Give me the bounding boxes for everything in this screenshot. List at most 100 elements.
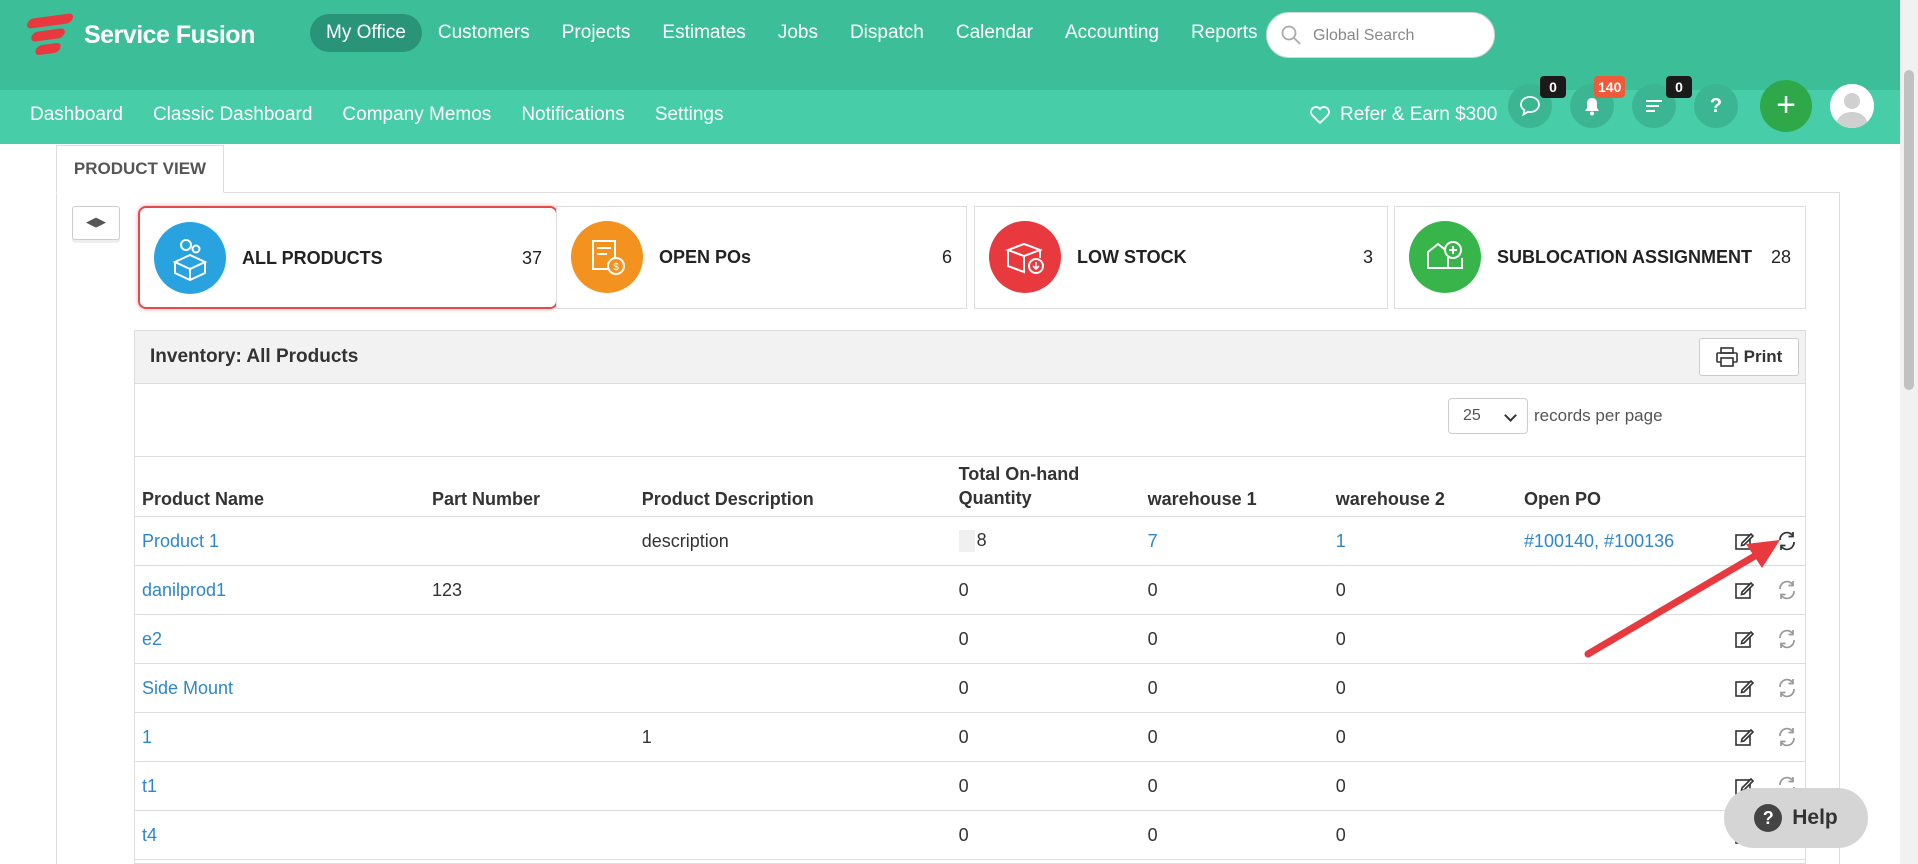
subnav-notifications[interactable]: Notifications xyxy=(521,104,625,126)
nav-accounting[interactable]: Accounting xyxy=(1049,14,1175,52)
card-all-products-label: ALL PRODUCTS xyxy=(242,248,383,268)
vertical-scrollbar[interactable] xyxy=(1900,0,1918,864)
row-actions xyxy=(1708,712,1806,762)
description-cell: 1 xyxy=(633,712,951,762)
col-product-description[interactable]: Product Description xyxy=(633,456,951,517)
card-low-stock-label: LOW STOCK xyxy=(1077,247,1187,267)
sub-navbar: Dashboard Classic Dashboard Company Memo… xyxy=(0,90,1900,144)
print-button[interactable]: Print xyxy=(1699,338,1799,376)
subnav-settings[interactable]: Settings xyxy=(655,104,724,126)
service-fusion-logo[interactable]: Service Fusion xyxy=(25,12,255,56)
sublocation-icon xyxy=(1409,221,1481,293)
col-warehouse-1[interactable]: warehouse 1 xyxy=(1139,456,1328,517)
sync-icon[interactable] xyxy=(1776,579,1798,601)
row-actions xyxy=(1708,565,1806,615)
product-name-link[interactable]: t4 xyxy=(134,810,425,860)
scrollbar-thumb[interactable] xyxy=(1904,70,1914,390)
col-part-number[interactable]: Part Number xyxy=(424,456,634,517)
tasks-count-badge: 0 xyxy=(1666,76,1692,98)
part-number-cell xyxy=(424,810,634,860)
table-row: e2 0 0 0 xyxy=(134,614,1806,664)
part-number-cell xyxy=(424,761,634,811)
global-search[interactable] xyxy=(1266,12,1495,58)
warehouse-2-link[interactable]: 1 xyxy=(1327,516,1516,566)
help-circle-icon: ? xyxy=(1754,804,1783,832)
nav-reports[interactable]: Reports xyxy=(1175,14,1274,52)
warehouse-1-link[interactable]: 7 xyxy=(1139,516,1328,566)
heart-icon xyxy=(1310,106,1330,124)
edit-icon[interactable] xyxy=(1733,726,1755,748)
row-actions xyxy=(1708,516,1806,566)
sidebar-toggle-button[interactable]: ◀▶ xyxy=(72,206,120,240)
global-search-input[interactable] xyxy=(1313,23,1483,49)
low-stock-box-icon xyxy=(989,221,1061,293)
warehouse-2-cell: 0 xyxy=(1327,712,1516,762)
nav-calendar[interactable]: Calendar xyxy=(940,14,1049,52)
warehouse-2-cell: 0 xyxy=(1327,565,1516,615)
description-cell xyxy=(633,663,951,713)
part-number-cell xyxy=(424,712,634,762)
table-row: t1 0 0 0 xyxy=(134,761,1806,811)
help-widget-button[interactable]: ? Help xyxy=(1724,788,1868,848)
help-question-button[interactable]: ? xyxy=(1694,84,1738,128)
total-qty-cell: 0 xyxy=(950,663,1140,713)
product-name-link[interactable]: danilprod1 xyxy=(134,565,425,615)
subnav-dashboard[interactable]: Dashboard xyxy=(30,104,123,126)
product-name-link[interactable]: t1 xyxy=(134,761,425,811)
records-per-page-select[interactable]: 25 xyxy=(1448,398,1528,434)
table-row: danilprod1 123 0 0 0 xyxy=(134,565,1806,615)
edit-icon[interactable] xyxy=(1733,677,1755,699)
card-all-products[interactable]: ALL PRODUCTS 37 xyxy=(138,206,558,309)
user-avatar[interactable] xyxy=(1830,84,1874,128)
warehouse-1-cell: 0 xyxy=(1139,761,1328,811)
nav-estimates[interactable]: Estimates xyxy=(646,14,761,52)
list-icon xyxy=(1646,100,1662,112)
refer-earn-link[interactable]: Refer & Earn $300 xyxy=(1310,104,1497,126)
help-label: Help xyxy=(1792,806,1838,829)
nav-customers[interactable]: Customers xyxy=(422,14,546,52)
records-per-page-control: 25 records per page xyxy=(1448,398,1663,434)
product-name-link[interactable]: Side Mount xyxy=(134,663,425,713)
warehouse-2-cell: 0 xyxy=(1327,810,1516,860)
card-low-stock-count: 3 xyxy=(1362,247,1373,267)
col-warehouse-2[interactable]: warehouse 2 xyxy=(1327,456,1516,517)
logo-icon xyxy=(25,12,78,56)
sync-icon[interactable] xyxy=(1776,677,1798,699)
product-name-link[interactable]: Product 1 xyxy=(134,516,425,566)
subnav-company-memos[interactable]: Company Memos xyxy=(342,104,491,126)
edit-icon[interactable] xyxy=(1733,628,1755,650)
col-open-po[interactable]: Open PO xyxy=(1515,456,1709,517)
nav-projects[interactable]: Projects xyxy=(546,14,647,52)
description-cell xyxy=(633,565,951,615)
table-header-row: Product Name Part Number Product Descrip… xyxy=(134,456,1806,517)
table-row: t4 0 0 0 xyxy=(134,810,1806,860)
tab-product-view[interactable]: PRODUCT VIEW xyxy=(56,145,224,193)
main-nav: My Office Customers Projects Estimates J… xyxy=(310,14,1274,52)
card-sublocation-assignment[interactable]: SUBLOCATION ASSIGNMENT 28 xyxy=(1394,206,1806,309)
sync-icon[interactable] xyxy=(1776,726,1798,748)
col-total-on-hand[interactable]: Total On-hand Quantity xyxy=(950,456,1140,517)
edit-icon[interactable] xyxy=(1733,530,1755,552)
product-name-link[interactable]: 1 xyxy=(134,712,425,762)
card-low-stock[interactable]: LOW STOCK 3 xyxy=(974,206,1388,309)
sync-icon[interactable] xyxy=(1776,530,1798,552)
inventory-title: Inventory: All Products xyxy=(150,346,359,367)
edit-icon[interactable] xyxy=(1733,579,1755,601)
open-po-link[interactable]: #100140, #100136 xyxy=(1515,516,1709,566)
subnav-classic-dashboard[interactable]: Classic Dashboard xyxy=(153,104,312,126)
user-silhouette-icon xyxy=(1830,84,1874,128)
table-row: 1 1 0 0 0 xyxy=(134,712,1806,762)
add-new-button[interactable]: + xyxy=(1760,80,1812,132)
part-number-cell: 123 xyxy=(424,565,634,615)
sync-icon[interactable] xyxy=(1776,628,1798,650)
nav-jobs[interactable]: Jobs xyxy=(762,14,834,52)
inventory-table: Product Name Part Number Product Descrip… xyxy=(134,456,1806,860)
product-name-link[interactable]: e2 xyxy=(134,614,425,664)
nav-my-office[interactable]: My Office xyxy=(310,14,422,52)
col-product-name[interactable]: Product Name xyxy=(134,456,425,517)
card-open-pos[interactable]: $ OPEN POs 6 xyxy=(556,206,967,309)
nav-dispatch[interactable]: Dispatch xyxy=(834,14,940,52)
row-actions xyxy=(1708,663,1806,713)
svg-text:$: $ xyxy=(613,262,619,273)
open-po-cell xyxy=(1515,761,1709,811)
